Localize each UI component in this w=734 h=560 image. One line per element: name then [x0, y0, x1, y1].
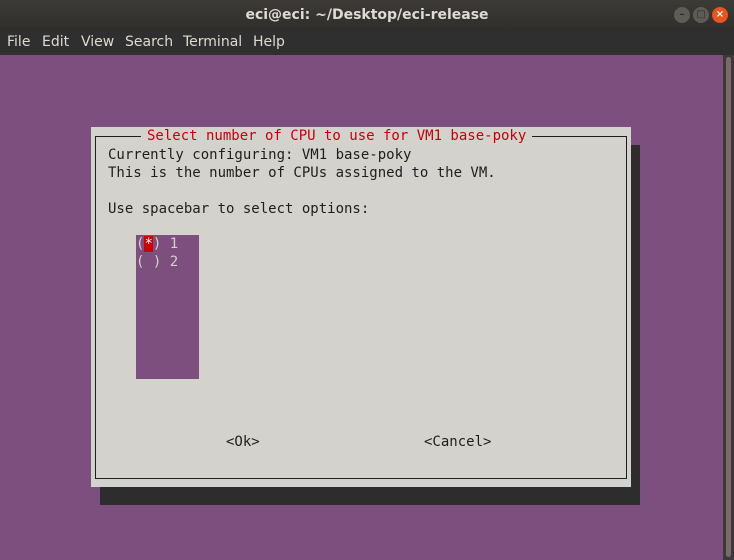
- scrollbar[interactable]: [723, 55, 734, 560]
- cpu-option-list[interactable]: (*) 1 ( ) 2: [136, 235, 199, 379]
- radio-mark-selected[interactable]: *: [144, 236, 153, 252]
- cpu-option-2[interactable]: ( ) 2: [136, 253, 178, 271]
- menu-file[interactable]: File: [7, 30, 30, 55]
- close-icon[interactable]: ×: [712, 7, 728, 23]
- radio-close-paren: ): [152, 254, 170, 270]
- cpu-option-label: 1: [169, 236, 179, 252]
- dialog-title: Select number of CPU to use for VM1 base…: [141, 127, 533, 145]
- cpu-option-1[interactable]: (*) 1: [136, 235, 178, 253]
- ok-button[interactable]: <Ok>: [226, 433, 260, 451]
- scrollbar-thumb[interactable]: [726, 57, 731, 557]
- instruction-text: Use spacebar to select options:: [108, 201, 370, 217]
- description-text: This is the number of CPUs assigned to t…: [108, 165, 496, 181]
- menu-view[interactable]: View: [81, 30, 114, 55]
- menu-edit[interactable]: Edit: [42, 30, 69, 55]
- cpu-option-label: 2: [169, 254, 179, 270]
- minimize-icon[interactable]: –: [674, 7, 690, 23]
- menu-search[interactable]: Search: [125, 30, 173, 55]
- radio-close-paren: ): [152, 236, 170, 252]
- menu-help[interactable]: Help: [253, 30, 285, 55]
- menu-bar: File Edit View Search Terminal Help: [0, 30, 734, 55]
- menu-terminal[interactable]: Terminal: [183, 30, 242, 55]
- window-title: eci@eci: ~/Desktop/eci-release: [245, 7, 489, 23]
- title-bar[interactable]: eci@eci: ~/Desktop/eci-release – □ ×: [0, 0, 734, 30]
- maximize-icon[interactable]: □: [693, 7, 709, 23]
- cpu-select-dialog: Select number of CPU to use for VM1 base…: [91, 127, 631, 487]
- radio-mark[interactable]: [144, 254, 152, 270]
- configuring-text: Currently configuring: VM1 base-poky: [108, 147, 412, 163]
- cancel-button[interactable]: <Cancel>: [424, 433, 491, 451]
- terminal-window: eci@eci: ~/Desktop/eci-release – □ × Fil…: [0, 0, 734, 560]
